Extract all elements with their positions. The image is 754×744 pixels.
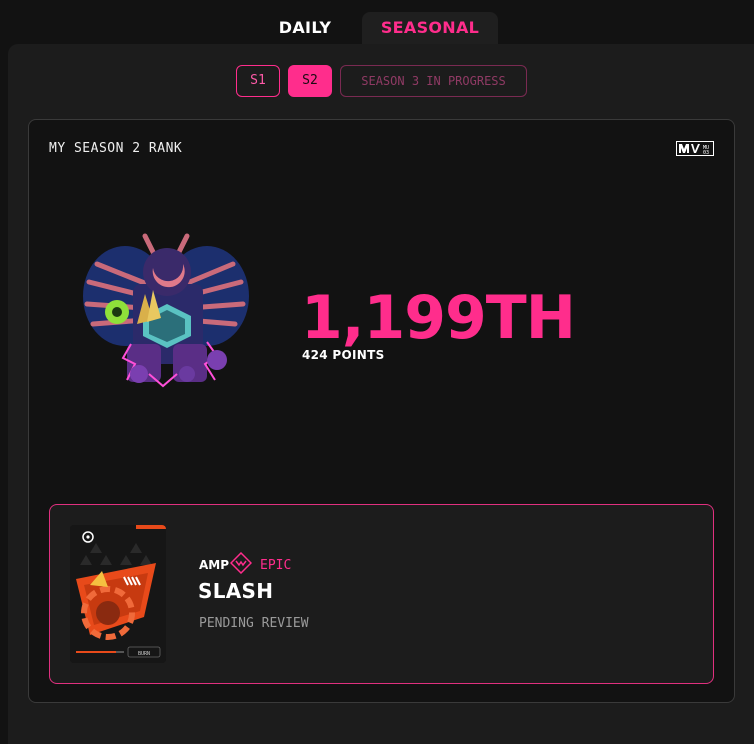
svg-text:03: 03 (703, 150, 709, 156)
item-name: SLASH (198, 579, 274, 603)
season-3-button[interactable]: SEASON 3 IN PROGRESS (340, 65, 527, 97)
tab-seasonal[interactable]: SEASONAL (362, 12, 498, 44)
mech-avatar-image (83, 233, 249, 388)
tab-bar: DAILY SEASONAL (0, 0, 754, 44)
item-status: PENDING REVIEW (199, 616, 309, 631)
mu-logo-icon: MU 03 (676, 141, 714, 156)
item-card[interactable]: BURN AMP EPIC SLASH PENDING REVIEW (49, 504, 714, 684)
season-1-button[interactable]: S1 (236, 65, 280, 97)
card-burn-label: BURN (138, 651, 150, 657)
tab-daily[interactable]: DAILY (262, 12, 348, 44)
rank-value: 1,199TH (301, 283, 576, 353)
rank-card: MY SEASON 2 RANK MU 03 1,199TH 424 POINT… (28, 119, 735, 703)
item-type: AMP (199, 558, 230, 572)
rank-card-title: MY SEASON 2 RANK (49, 141, 183, 156)
season-2-button[interactable]: S2 (288, 65, 332, 97)
epic-rarity-icon (230, 552, 252, 574)
slash-amp-card-image: BURN (70, 525, 166, 663)
points-value: 424 POINTS (302, 348, 385, 362)
item-rarity: EPIC (260, 558, 292, 573)
